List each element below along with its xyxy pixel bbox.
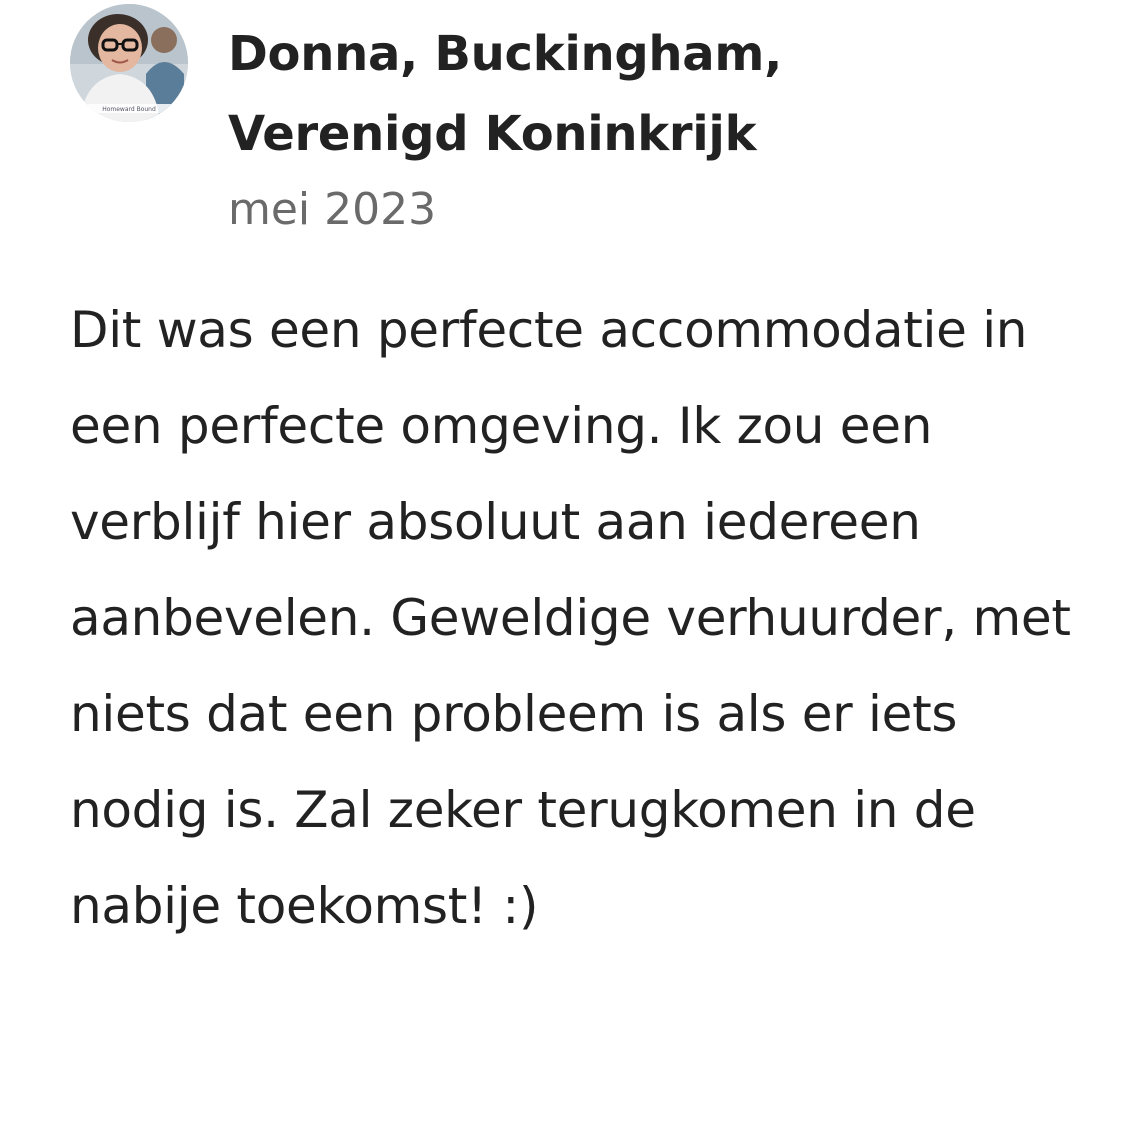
reviewer-name-line1: Donna, Buckingham, — [228, 26, 783, 82]
review-text: Dit was een perfecte accommodatie in een… — [70, 301, 1071, 935]
review-card: Homeward Bound Donna, Buckingham, Vereni… — [0, 0, 1123, 1129]
reviewer-name[interactable]: Donna, Buckingham, Verenigd Koninkrijk — [228, 14, 1028, 174]
avatar[interactable]: Homeward Bound — [70, 4, 188, 122]
avatar-caption: Homeward Bound — [102, 106, 156, 113]
review-header: Homeward Bound Donna, Buckingham, Vereni… — [70, 4, 1070, 244]
review-date: mei 2023 — [228, 184, 437, 235]
user-avatar-photo-icon: Homeward Bound — [70, 4, 188, 122]
reviewer-name-line2: Verenigd Koninkrijk — [228, 106, 757, 162]
